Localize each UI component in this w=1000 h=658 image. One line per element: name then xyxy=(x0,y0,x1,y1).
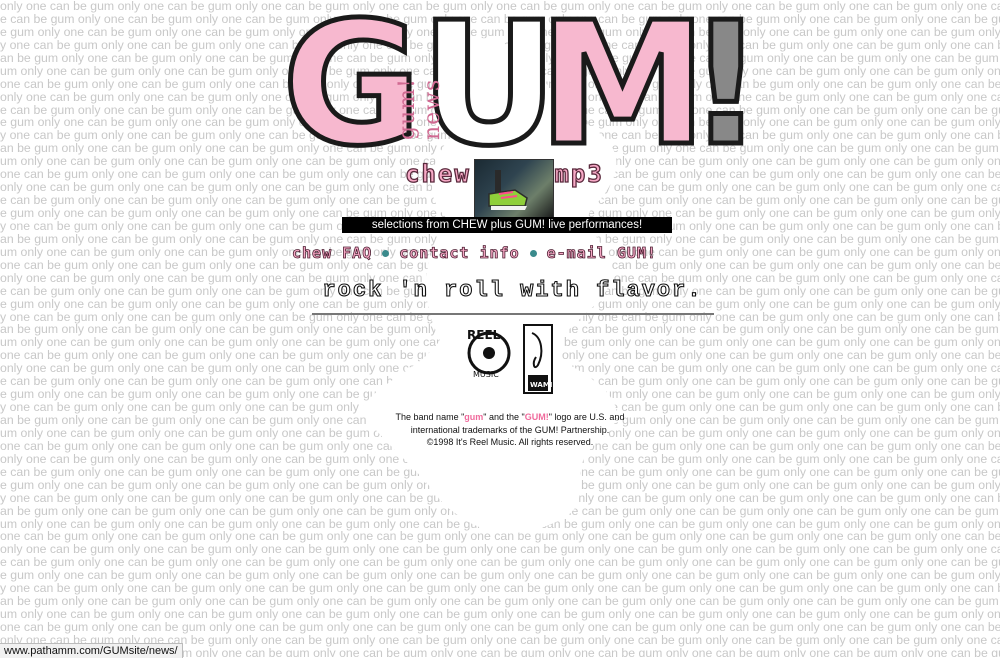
svg-text:MUSIC: MUSIC xyxy=(473,370,499,379)
gum-logo[interactable]: G U M ! xyxy=(280,0,768,184)
legal-line-3: ©1998 It's Reel Music. All rights reserv… xyxy=(426,437,594,447)
legal-line-1: The band name "gum" and the "GUM!" logo … xyxy=(395,412,625,422)
chew-word: chew xyxy=(404,159,471,188)
logo-letter-exclaim: ! xyxy=(685,0,768,184)
svg-text:REEL: REEL xyxy=(467,328,501,342)
tagline: rock 'n roll with flavor. xyxy=(322,277,703,303)
logo-letter-m: M xyxy=(535,0,709,184)
legal-line-2: international trademarks of the GUM! Par… xyxy=(410,424,610,435)
reel-music-logo[interactable]: REEL MUSIC xyxy=(465,323,517,383)
sneakers-photo-icon[interactable] xyxy=(474,159,554,219)
selections-caption: selections from CHEW plus GUM! live perf… xyxy=(342,217,672,233)
legal-notice: The band name "gum" and the "GUM!" logo … xyxy=(360,411,660,451)
contact-info-link[interactable]: contact info xyxy=(399,244,519,263)
gum-word-highlight: gum xyxy=(464,412,484,422)
chew-faq-link[interactable]: chew FAQ xyxy=(292,244,372,263)
svg-text:WAMI: WAMI xyxy=(530,381,552,389)
wami-logo[interactable]: WAMI xyxy=(522,323,554,395)
status-bar-url: www.pathamm.com/GUMsite/news/ xyxy=(0,643,183,658)
bullet-dot-icon xyxy=(529,250,537,257)
nav-links: chew FAQ contact info e-mail GUM! xyxy=(292,244,732,266)
email-gum-link[interactable]: e-mail GUM! xyxy=(546,244,657,263)
bullet-dot-icon xyxy=(382,250,390,257)
gum-logo-word-highlight: GUM! xyxy=(524,412,549,422)
gum-news-vertical-text: gum! news xyxy=(395,78,445,140)
horizontal-rule xyxy=(312,313,714,315)
